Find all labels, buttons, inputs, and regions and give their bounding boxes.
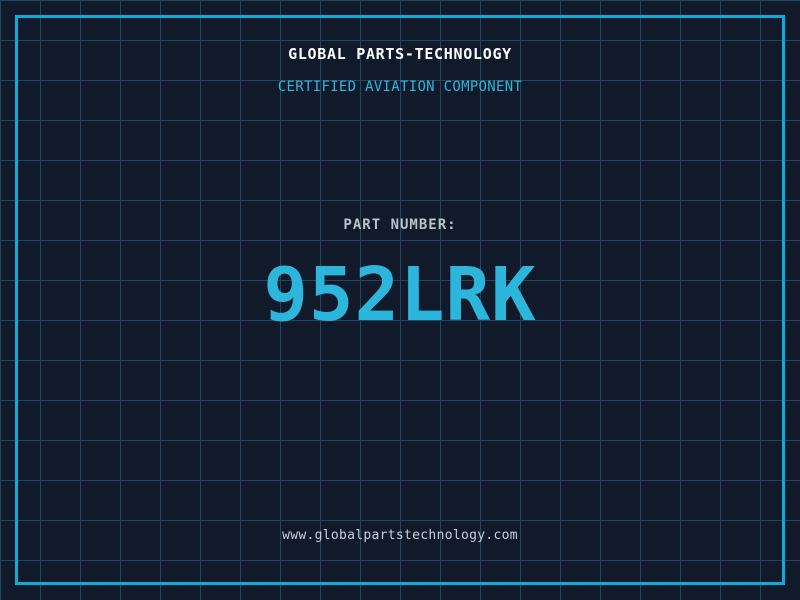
brand-subtitle: CERTIFIED AVIATION COMPONENT <box>277 79 523 95</box>
part-number-label: PART NUMBER: <box>343 217 457 233</box>
website-url: www.globalpartstechnology.com <box>282 528 518 543</box>
certificate-page: GLOBAL PARTS-TECHNOLOGY CERTIFIED AVIATI… <box>0 0 800 600</box>
brand-title: GLOBAL PARTS-TECHNOLOGY <box>288 45 512 63</box>
part-number-value: 952LRK <box>263 252 537 338</box>
